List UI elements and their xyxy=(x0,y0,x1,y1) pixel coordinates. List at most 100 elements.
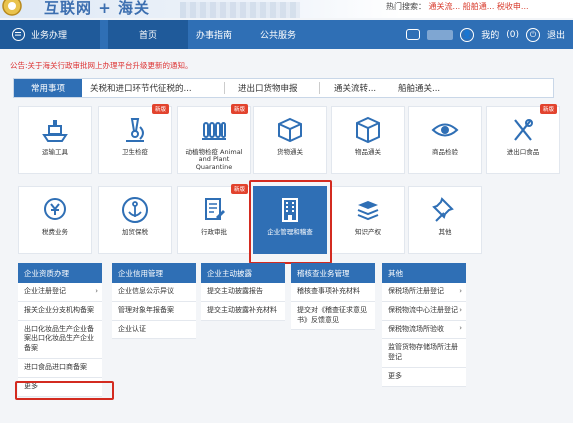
menu-icon xyxy=(12,28,25,41)
tile-cargo-clearance[interactable]: 货物通关 xyxy=(253,106,327,174)
tile-label: 加贸保税 xyxy=(122,228,148,236)
common-item-2[interactable]: 进出口货物申报 xyxy=(238,82,298,94)
exit-link[interactable]: 退出 xyxy=(547,28,565,41)
panel-item[interactable]: 企业注册登记 › xyxy=(18,283,102,302)
plant-quarantine-icon xyxy=(202,122,226,140)
tile-commodity-inspection[interactable]: 商品检验 xyxy=(408,106,482,174)
yuan-coin-icon xyxy=(44,198,66,220)
panel-item[interactable]: 企业信息公示异议 xyxy=(112,283,196,302)
panel-item-label: 保税物流中心注册登记 xyxy=(388,305,458,314)
hot-search-label: 热门搜索： xyxy=(386,2,426,11)
panel-item-more[interactable]: 更多 xyxy=(382,368,466,387)
site-name: 互联网 + 海关 xyxy=(44,0,151,17)
panel-item-label: 企业信息公示异议 xyxy=(118,287,174,295)
username-redacted xyxy=(427,29,454,40)
inspection-eye-icon xyxy=(431,123,459,137)
chevron-right-icon: › xyxy=(459,305,462,314)
panel-item-label: 出口化妆品生产企业备案出口化妆品生产企业备案 xyxy=(24,324,94,353)
new-badge: 新版 xyxy=(230,184,248,194)
chevron-right-icon: › xyxy=(459,286,462,295)
user-area: 👤 我的 (0) ⏻ 退出 xyxy=(406,20,565,49)
panel-item[interactable]: 监管货物存储场所注册登记 xyxy=(382,339,466,368)
panel-item[interactable]: 进口食品进口商备案 xyxy=(18,359,102,378)
tile-other[interactable]: 其他 xyxy=(408,186,482,254)
microscope-icon xyxy=(126,118,144,142)
customs-emblem-icon xyxy=(2,0,22,16)
common-items-title: 常用事项 xyxy=(14,79,82,97)
tile-intellectual-property[interactable]: 知识产权 xyxy=(331,186,405,254)
pin-icon xyxy=(432,197,454,222)
panel-title: 稽核查业务管理 xyxy=(291,263,375,283)
common-item-4[interactable]: 船舶通关... xyxy=(398,82,440,94)
panel-item[interactable]: 管理对象年报备案 xyxy=(112,302,196,321)
panel-item-label: 提交对《稽查征求意见书》反馈意见 xyxy=(297,305,367,324)
new-badge: 新版 xyxy=(151,104,169,114)
panel-title: 企业资质办理 xyxy=(18,263,102,283)
tab-public-service[interactable]: 公共服务 xyxy=(256,20,300,49)
approval-document-icon xyxy=(205,198,225,220)
package-cube-icon xyxy=(356,116,380,144)
hot-search-link-3[interactable]: 税收申... xyxy=(497,2,529,11)
panel-other: 其他 保税场所注册登记 › 保税物流中心注册登记 › 保税物流场所验收 › 监管货物存… xyxy=(382,263,466,387)
panel-title: 企业信用管理 xyxy=(112,263,196,283)
business-menu-label: 业务办理 xyxy=(31,31,68,41)
panel-voluntary-disclosure: 企业主动披露 提交主动披露报告 提交主动披露补充材料 xyxy=(201,263,285,321)
hot-search: 热门搜索： 通关流... 船舶通... 税收申... xyxy=(386,1,529,12)
tile-article-clearance[interactable]: 物品通关 xyxy=(331,106,405,174)
tile-label: 其他 xyxy=(438,228,452,236)
panel-audit-management: 稽核查业务管理 稽核查事项补充材料 提交对《稽查征求意见书》反馈意见 xyxy=(291,263,375,331)
tile-health-quarantine[interactable]: 新版 卫生检疫 xyxy=(98,104,172,174)
panel-item[interactable]: 保税场所注册登记 › xyxy=(382,283,466,302)
hot-search-link-1[interactable]: 通关流... xyxy=(429,2,461,11)
site-banner: 互联网 + 海关 热门搜索： 通关流... 船舶通... 税收申... xyxy=(0,0,573,18)
tile-animal-plant-quarantine[interactable]: 新版 动植物检疫 Animal and Plant Quarantine xyxy=(177,104,251,174)
tile-import-export-food[interactable]: 新版 进出口食品 xyxy=(486,104,560,174)
power-icon[interactable]: ⏻ xyxy=(525,27,540,42)
tile-label: 知识产权 xyxy=(355,228,381,236)
tile-processing-bonded[interactable]: 加贸保税 xyxy=(98,186,172,254)
panel-title: 企业主动披露 xyxy=(201,263,285,283)
highlight-box xyxy=(249,180,332,264)
panel-enterprise-qualification: 企业资质办理 企业注册登记 › 报关企业分支机构备案 出口化妆品生产企业备案出口化… xyxy=(18,263,102,397)
cargo-box-icon xyxy=(278,117,302,143)
panel-item[interactable]: 保税物流中心注册登记 › xyxy=(382,302,466,321)
tile-label: 进出口食品 xyxy=(506,148,540,156)
tab-home[interactable]: 首页 xyxy=(108,20,188,49)
panel-item[interactable]: 企业认证 xyxy=(112,321,196,340)
common-item-1[interactable]: 关税和进口环节代征税的... xyxy=(90,82,192,94)
panel-item[interactable]: 出口化妆品生产企业备案出口化妆品生产企业备案 xyxy=(18,321,102,359)
ship-icon xyxy=(42,120,68,142)
panel-item-label: 管理对象年报备案 xyxy=(118,305,174,314)
notice-banner[interactable]: 公告:关于海关行政审批网上办理平台升级更新的通知。 xyxy=(10,60,193,71)
panel-item[interactable]: 提交主动披露报告 xyxy=(201,283,285,302)
divider xyxy=(319,82,320,94)
panel-item-label: 保税场所注册登记 xyxy=(388,287,444,295)
hot-search-link-2[interactable]: 船舶通... xyxy=(463,2,495,11)
panel-item-label: 企业注册登记 xyxy=(24,287,66,295)
mine-link[interactable]: 我的 xyxy=(481,28,499,41)
panel-item-label: 进口食品进口商备案 xyxy=(24,362,87,371)
common-item-3[interactable]: 通关流转... xyxy=(334,82,376,94)
message-icon[interactable] xyxy=(406,29,421,40)
banner-building-graphic xyxy=(180,2,300,18)
panel-item[interactable]: 报关企业分支机构备案 xyxy=(18,302,102,321)
chevron-right-icon: › xyxy=(459,324,462,333)
food-utensils-icon xyxy=(514,119,533,141)
panel-item[interactable]: 提交对《稽查征求意见书》反馈意见 xyxy=(291,302,375,331)
main-nav: 业务办理 首页 办事指南 公共服务 👤 我的 (0) ⏻ 退出 xyxy=(0,20,573,49)
stack-books-icon xyxy=(357,201,379,221)
tile-transport[interactable]: 运输工具 xyxy=(18,106,92,174)
tile-tax-fee[interactable]: 税费业务 xyxy=(18,186,92,254)
panel-item-label: 保税物流场所验收 xyxy=(388,324,444,333)
user-icon[interactable]: 👤 xyxy=(460,27,475,42)
tile-admin-approval[interactable]: 新版 行政审批 xyxy=(177,184,251,254)
highlight-box xyxy=(15,381,114,400)
panel-item[interactable]: 提交主动披露补充材料 xyxy=(201,302,285,321)
tile-label: 物品通关 xyxy=(355,148,381,156)
tab-guide[interactable]: 办事指南 xyxy=(193,20,235,49)
panel-item[interactable]: 稽核查事项补充材料 xyxy=(291,283,375,302)
panel-item[interactable]: 保税物流场所验收 › xyxy=(382,321,466,340)
business-menu-button[interactable]: 业务办理 xyxy=(0,20,100,49)
chevron-right-icon: › xyxy=(95,286,98,295)
tile-label: 卫生检疫 xyxy=(122,148,148,156)
